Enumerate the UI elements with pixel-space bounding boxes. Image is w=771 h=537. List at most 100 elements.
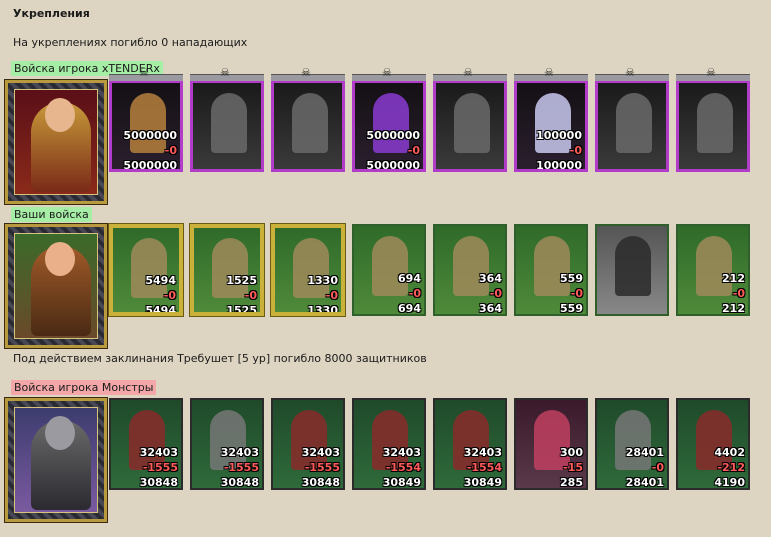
- unit-lost-count: -1555: [142, 461, 178, 474]
- unit-remaining-count: 5000000: [123, 159, 177, 172]
- defender-unit-portrait: [354, 226, 424, 314]
- unit-lost-count: -0: [408, 287, 421, 300]
- monster-unit-card[interactable]: 32403 -1554 30849: [352, 398, 426, 490]
- fortification-bar: ☠: [190, 66, 264, 81]
- attacker-unit-card[interactable]: [676, 80, 750, 172]
- unit-lost-count: -1555: [223, 461, 259, 474]
- fortification-bar: ☠: [352, 66, 426, 81]
- defender-unit-card[interactable]: 5494 -0 5494: [109, 224, 183, 316]
- unit-lost-count: -212: [717, 461, 745, 474]
- defender-unit-card[interactable]: 694 -0 694: [352, 224, 426, 316]
- unit-initial-count: 300: [560, 446, 583, 459]
- unit-lost-count: -0: [325, 289, 338, 302]
- section-title: Укрепления: [13, 7, 90, 20]
- creature-icon: [212, 238, 248, 298]
- skull-icon: ☠: [382, 66, 392, 79]
- monster-unit-portrait: [678, 400, 748, 488]
- attacker-unit-card[interactable]: 100000 -0 100000: [514, 80, 588, 172]
- defender-unit-portrait: [516, 226, 586, 314]
- skull-icon: ☠: [463, 66, 473, 79]
- monster-unit-portrait: [516, 400, 586, 488]
- creature-icon: [616, 93, 652, 153]
- defender-avatar[interactable]: [4, 223, 108, 349]
- monster-unit-portrait: [597, 400, 667, 488]
- creature-icon: [696, 236, 732, 296]
- attacker-unit-portrait: [193, 83, 261, 169]
- unit-remaining-count: 1330: [307, 304, 338, 316]
- fortification-bar: ☠: [514, 66, 588, 81]
- unit-initial-count: 4402: [714, 446, 745, 459]
- attacker-unit-portrait: [598, 83, 666, 169]
- skull-icon: ☠: [706, 66, 716, 79]
- attacker-unit-card[interactable]: [190, 80, 264, 172]
- creature-icon: [453, 236, 489, 296]
- unit-lost-count: -0: [244, 289, 257, 302]
- monster-unit-card[interactable]: 32403 -1555 30848: [190, 398, 264, 490]
- attacker-unit-card[interactable]: 5000000 -0 5000000: [352, 80, 426, 172]
- monsters-avatar[interactable]: [4, 397, 108, 523]
- unit-remaining-count: 30848: [301, 476, 340, 489]
- creature-icon: [697, 93, 733, 153]
- defender-unit-card[interactable]: 212 -0 212: [676, 224, 750, 316]
- monsters-label: Войска игрока Монстры: [11, 380, 157, 395]
- unit-initial-count: 32403: [463, 446, 502, 459]
- attacker-unit-portrait: [274, 83, 342, 169]
- skull-icon: ☠: [220, 66, 230, 79]
- monster-unit-card[interactable]: 32403 -1555 30848: [109, 398, 183, 490]
- unit-lost-count: -0: [651, 461, 664, 474]
- creature-icon: [131, 238, 167, 298]
- creature-icon: [130, 93, 166, 153]
- unit-remaining-count: 28401: [625, 476, 664, 489]
- attacker-unit-card[interactable]: [433, 80, 507, 172]
- fortification-bar: ☠: [595, 66, 669, 81]
- creature-icon: [373, 93, 409, 153]
- skull-icon: ☠: [139, 66, 149, 79]
- monster-unit-card[interactable]: 28401 -0 28401: [595, 398, 669, 490]
- attacker-unit-card[interactable]: 5000000 -0 5000000: [109, 80, 183, 172]
- defender-unit-card[interactable]: 559 -0 559: [514, 224, 588, 316]
- unit-remaining-count: 1525: [226, 304, 257, 316]
- unit-lost-count: -0: [164, 144, 177, 157]
- unit-lost-count: -0: [407, 144, 420, 157]
- fortification-bar: ☠: [109, 66, 183, 81]
- creature-icon: [292, 93, 328, 153]
- attacker-unit-portrait: [679, 83, 747, 169]
- creature-icon: [615, 236, 651, 296]
- spell-note: Под действием заклинания Требушет [5 ур]…: [13, 352, 427, 365]
- attacker-unit-card[interactable]: [595, 80, 669, 172]
- monster-unit-portrait: [273, 400, 343, 488]
- monster-unit-card[interactable]: 4402 -212 4190: [676, 398, 750, 490]
- fortification-bar: ☠: [676, 66, 750, 81]
- unit-initial-count: 559: [560, 272, 583, 285]
- defender-unit-card[interactable]: 1525 -0 1525: [190, 224, 264, 316]
- monster-unit-portrait: [354, 400, 424, 488]
- unit-remaining-count: 30849: [463, 476, 502, 489]
- monster-unit-portrait: [435, 400, 505, 488]
- attacker-avatar[interactable]: [4, 79, 108, 205]
- skull-icon: ☠: [625, 66, 635, 79]
- unit-initial-count: 364: [479, 272, 502, 285]
- unit-lost-count: -0: [489, 287, 502, 300]
- skull-icon: ☠: [544, 66, 554, 79]
- defender-unit-card[interactable]: [595, 224, 669, 316]
- unit-initial-count: 100000: [536, 129, 582, 142]
- monster-unit-card[interactable]: 300 -15 285: [514, 398, 588, 490]
- unit-remaining-count: 5494: [145, 304, 176, 316]
- monster-unit-card[interactable]: 32403 -1554 30849: [433, 398, 507, 490]
- defender-unit-card[interactable]: 1330 -0 1330: [271, 224, 345, 316]
- unit-remaining-count: 364: [479, 302, 502, 315]
- fortification-bar: ☠: [433, 66, 507, 81]
- monster-unit-portrait: [192, 400, 262, 488]
- creature-icon: [454, 93, 490, 153]
- unit-initial-count: 5000000: [123, 129, 177, 142]
- creature-icon: [615, 410, 651, 470]
- defender-label: Ваши войска: [11, 207, 92, 222]
- unit-initial-count: 694: [398, 272, 421, 285]
- creature-icon: [293, 238, 329, 298]
- attacker-row: 5000000 -0 5000000 5000000 -0 5000000 100000 -0…: [4, 66, 765, 210]
- unit-initial-count: 32403: [139, 446, 178, 459]
- monster-unit-card[interactable]: 32403 -1555 30848: [271, 398, 345, 490]
- defender-unit-card[interactable]: 364 -0 364: [433, 224, 507, 316]
- defender-unit-portrait: [678, 226, 748, 314]
- attacker-unit-card[interactable]: [271, 80, 345, 172]
